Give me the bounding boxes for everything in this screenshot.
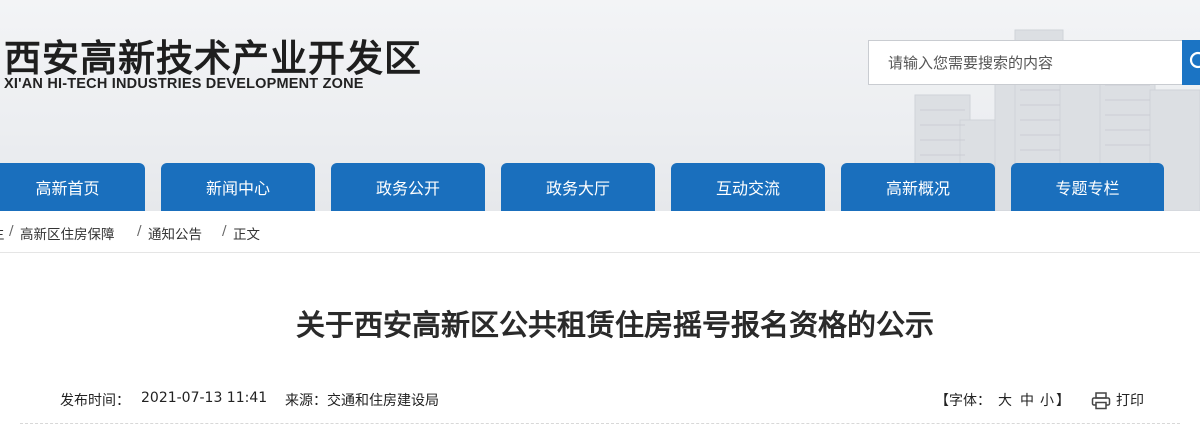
- article-meta: 发布时间： 2021-07-13 11:41 来源： 交通和住房建设局 【字体：…: [60, 390, 1160, 412]
- publish-time-label: 发布时间：: [60, 393, 130, 409]
- nav-item-government-affairs[interactable]: 政务公开: [331, 163, 485, 211]
- font-size-medium-button[interactable]: 中: [1020, 390, 1034, 410]
- breadcrumb-item-current: 正文: [233, 227, 260, 243]
- source-label: 来源：: [285, 393, 327, 409]
- search-input[interactable]: [869, 41, 1184, 84]
- breadcrumb-separator: /: [9, 223, 14, 239]
- breadcrumb-item-housing[interactable]: 高新区住房保障: [20, 223, 115, 243]
- divider: [20, 423, 1180, 424]
- nav-item-home[interactable]: 高新首页: [0, 163, 145, 211]
- nav-item-interaction[interactable]: 互动交流: [671, 163, 825, 211]
- breadcrumb-item-notices[interactable]: 通知公告: [148, 223, 202, 243]
- publish-time: 2021-07-13 11:41: [141, 390, 268, 406]
- breadcrumb-item-home[interactable]: 主: [0, 223, 5, 243]
- article-title: 关于西安高新区公共租赁住房摇号报名资格的公示: [295, 308, 934, 342]
- site-logo-chinese[interactable]: 西安高新技术产业开发区: [4, 28, 422, 82]
- nav-item-service-hall[interactable]: 政务大厅: [501, 163, 655, 211]
- search-box: [868, 40, 1184, 85]
- search-icon: [1189, 51, 1200, 69]
- source-name: 交通和住房建设局: [327, 393, 439, 409]
- font-size-open: 【字体：: [935, 393, 991, 409]
- main-nav: 高新首页 新闻中心 政务公开 政务大厅 互动交流 高新概况 专题专栏: [0, 163, 1200, 211]
- printer-icon[interactable]: [1091, 392, 1111, 414]
- breadcrumb-separator: /: [137, 223, 142, 239]
- nav-item-overview[interactable]: 高新概况: [841, 163, 995, 211]
- site-logo-english[interactable]: XI'AN HI-TECH INDUSTRIES DEVELOPMENT ZON…: [4, 76, 364, 92]
- font-size-close: 】: [1056, 393, 1070, 409]
- nav-item-special-topics[interactable]: 专题专栏: [1011, 163, 1164, 211]
- font-size-small-button[interactable]: 小: [1040, 390, 1054, 410]
- search-button[interactable]: [1182, 40, 1200, 85]
- font-size-large-button[interactable]: 大: [998, 390, 1012, 410]
- nav-item-news[interactable]: 新闻中心: [161, 163, 315, 211]
- print-button[interactable]: 打印: [1116, 390, 1144, 410]
- breadcrumb-separator: /: [222, 223, 227, 239]
- site-header: 西安高新技术产业开发区 XI'AN HI-TECH INDUSTRIES DEV…: [0, 0, 1200, 211]
- breadcrumb: 主 / 高新区住房保障 / 通知公告 / 正文: [0, 211, 1200, 253]
